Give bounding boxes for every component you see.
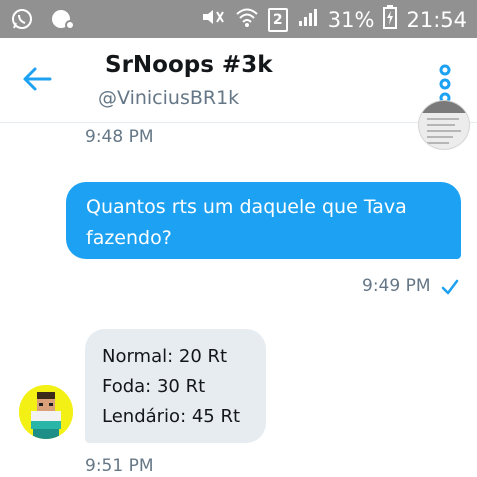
battery-charging-icon [383, 5, 398, 34]
message-line: Normal: 20 Rt [102, 346, 228, 367]
message-line: Foda: 30 Rt [102, 376, 206, 397]
avatar[interactable] [19, 385, 73, 439]
battery-percent: 31% [327, 7, 375, 32]
whatsapp-icon [10, 7, 34, 35]
conversation-title: SrNoops #3k [105, 52, 273, 78]
status-time: 21:54 [406, 7, 467, 32]
conversation-header: SrNoops #3k @ViniciusBR1k [0, 38, 477, 123]
message-line: Lendário: 45 Rt [102, 406, 241, 427]
arrow-left-icon[interactable] [22, 66, 52, 92]
message-timestamp: 9:49 PM [362, 276, 431, 296]
wifi-icon [235, 6, 259, 33]
message-timestamp: 9:48 PM [85, 127, 154, 147]
conversation-handle: @ViniciusBR1k [98, 87, 240, 109]
message-line: fazendo? [86, 227, 172, 249]
check-icon [441, 279, 459, 295]
mute-icon [200, 6, 226, 33]
sim-icon: 2 [267, 7, 288, 32]
message-timestamp: 9:51 PM [85, 456, 154, 476]
status-bar: 2 31% 21:54 [0, 0, 477, 38]
messenger-icon [50, 7, 76, 35]
shared-image-thumbnail[interactable] [418, 100, 470, 150]
signal-icon [297, 6, 319, 33]
message-line: Quantos rts um daquele que Tava [86, 196, 407, 218]
sent-message-bubble[interactable]: Quantos rts um daquele que Tava fazendo? [66, 182, 461, 259]
received-message-bubble[interactable]: Normal: 20 Rt Foda: 30 Rt Lendário: 45 R… [85, 329, 266, 443]
